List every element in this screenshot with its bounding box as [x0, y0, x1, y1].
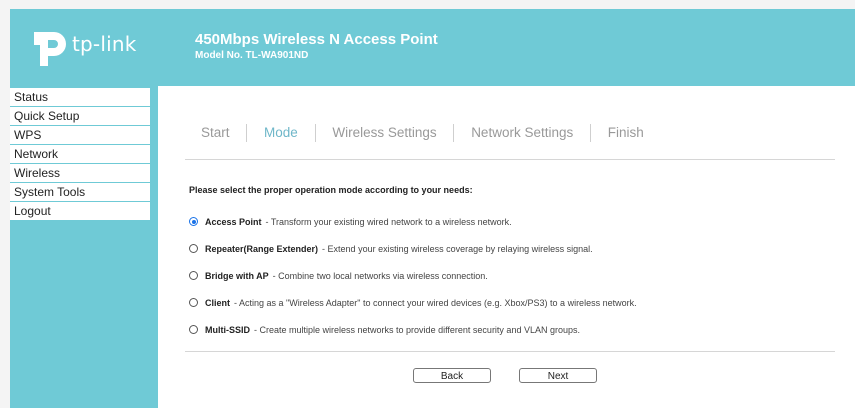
- step-finish: Finish: [607, 124, 644, 140]
- tp-link-logo-icon: [34, 32, 66, 66]
- option-repeater[interactable]: Repeater(Range Extender) - Extend your e…: [189, 235, 829, 262]
- sidebar-menu: Status Quick Setup WPS Network Wireless …: [10, 88, 158, 221]
- step-mode: Mode: [264, 124, 298, 140]
- next-button[interactable]: Next: [519, 368, 597, 383]
- sidebar-item-status[interactable]: Status: [10, 88, 150, 107]
- sidebar-item-wireless[interactable]: Wireless: [10, 164, 150, 183]
- step-divider: [314, 124, 316, 142]
- product-title: 450Mbps Wireless N Access Point: [195, 31, 438, 48]
- sidebar-item-system-tools[interactable]: System Tools: [10, 183, 150, 202]
- radio-client[interactable]: [189, 298, 198, 307]
- wizard-steps: Start Mode Wireless Settings Network Set…: [201, 124, 644, 142]
- option-description: - Acting as a "Wireless Adapter" to conn…: [234, 297, 637, 308]
- step-divider: [453, 124, 455, 142]
- main-content: Start Mode Wireless Settings Network Set…: [158, 86, 855, 408]
- radio-bridge-with-ap[interactable]: [189, 271, 198, 280]
- option-name: Bridge with AP: [205, 270, 269, 281]
- sidebar-item-logout[interactable]: Logout: [10, 202, 150, 221]
- sidebar: Status Quick Setup WPS Network Wireless …: [10, 86, 158, 408]
- option-description: - Combine two local networks via wireles…: [272, 270, 488, 281]
- radio-multi-ssid[interactable]: [189, 325, 198, 334]
- option-bridge-with-ap[interactable]: Bridge with AP - Combine two local netwo…: [189, 262, 829, 289]
- sidebar-item-quick-setup[interactable]: Quick Setup: [10, 107, 150, 126]
- page: tp-link 450Mbps Wireless N Access Point …: [0, 0, 855, 408]
- model-number: Model No. TL-WA901ND: [195, 50, 309, 61]
- divider-bottom: [185, 351, 835, 352]
- divider-top: [185, 159, 835, 160]
- step-wireless-settings: Wireless Settings: [332, 124, 437, 140]
- step-network-settings: Network Settings: [471, 124, 574, 140]
- tp-link-logo[interactable]: tp-link: [28, 28, 158, 72]
- back-button[interactable]: Back: [413, 368, 491, 383]
- option-description: - Transform your existing wired network …: [265, 216, 512, 227]
- option-description: - Extend your existing wireless coverage…: [322, 243, 593, 254]
- option-access-point[interactable]: Access Point - Transform your existing w…: [189, 208, 829, 235]
- step-divider: [246, 124, 248, 142]
- radio-repeater[interactable]: [189, 244, 198, 253]
- top-strip: [0, 0, 855, 9]
- option-name: Client: [205, 297, 231, 308]
- mode-prompt: Please select the proper operation mode …: [189, 185, 473, 195]
- mode-options: Access Point - Transform your existing w…: [189, 208, 829, 343]
- sidebar-item-wps[interactable]: WPS: [10, 126, 150, 145]
- option-name: Multi-SSID: [205, 324, 250, 335]
- header: tp-link 450Mbps Wireless N Access Point …: [10, 9, 855, 86]
- sidebar-item-network[interactable]: Network: [10, 145, 150, 164]
- option-client[interactable]: Client - Acting as a "Wireless Adapter" …: [189, 289, 829, 316]
- step-start: Start: [201, 124, 230, 140]
- option-name: Repeater(Range Extender): [205, 243, 319, 254]
- option-name: Access Point: [205, 216, 262, 227]
- option-multi-ssid[interactable]: Multi-SSID - Create multiple wireless ne…: [189, 316, 829, 343]
- option-description: - Create multiple wireless networks to p…: [254, 324, 580, 335]
- step-divider: [590, 124, 591, 142]
- logo-text: tp-link: [72, 32, 137, 56]
- radio-access-point[interactable]: [189, 217, 198, 226]
